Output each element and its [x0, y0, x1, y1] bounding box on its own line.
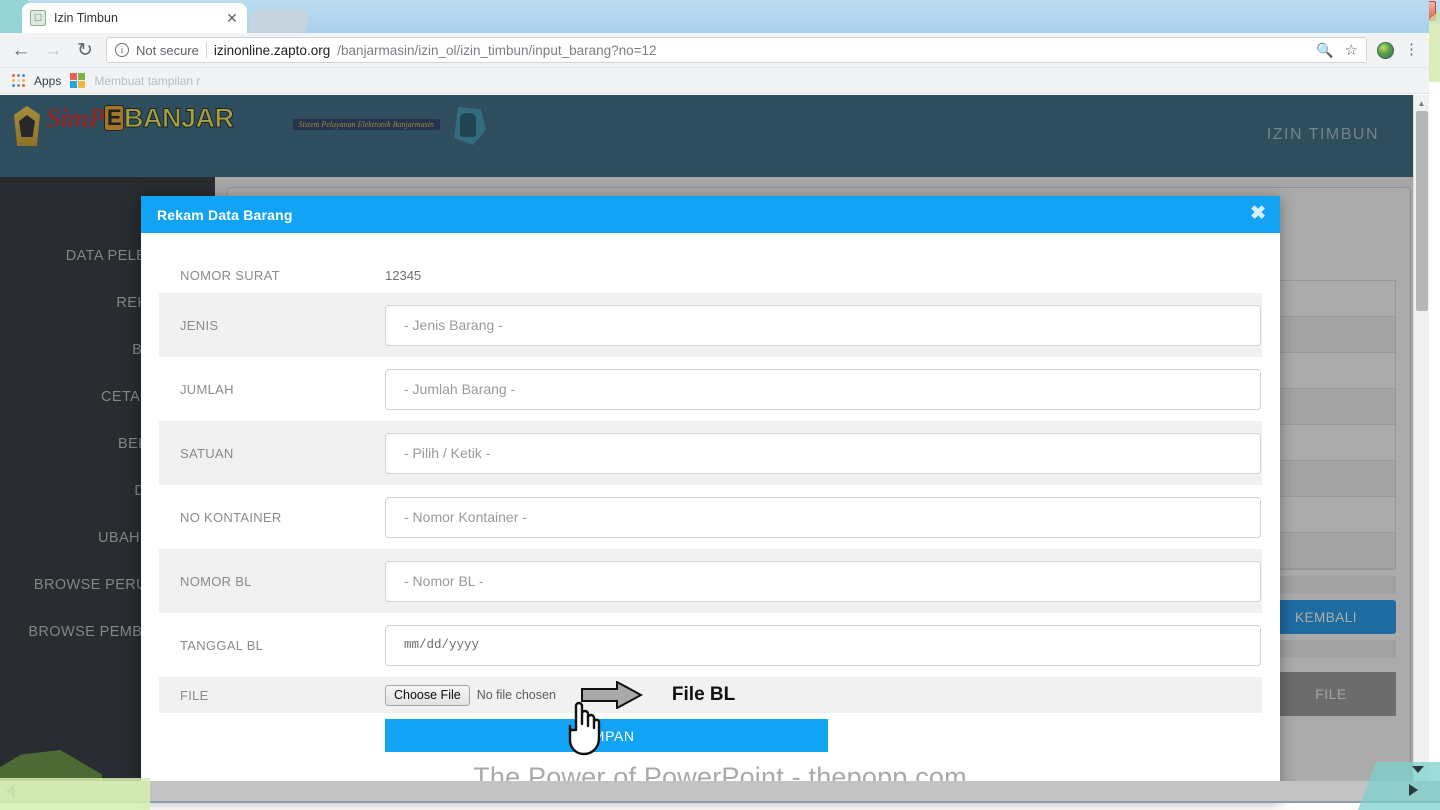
url-host: izinonline.zapto.org — [213, 42, 331, 58]
field-label: JUMLAH — [180, 381, 234, 397]
omnibox-actions: 🔍 ☆ — [1316, 41, 1358, 60]
scroll-up-arrow-icon[interactable]: ▲ — [1414, 95, 1429, 111]
modal-title: Rekam Data Barang — [157, 206, 293, 223]
address-bar[interactable]: i Not secure izinonline.zapto.org/banjar… — [106, 37, 1367, 63]
field-row-satuan: SATUAN - Pilih / Ketik - — [159, 421, 1262, 485]
annotation-label: File BL — [671, 684, 736, 705]
no-file-chosen-label: No file chosen — [476, 688, 556, 702]
back-arrow-icon[interactable]: ← — [10, 41, 32, 60]
page-favicon: ☐ — [30, 10, 46, 26]
browser-tab[interactable]: ☐ Izin Timbun ✕ — [22, 3, 247, 33]
decorative-green-block — [0, 778, 150, 810]
omnibox-divider — [205, 42, 207, 58]
forward-arrow-icon: → — [43, 39, 63, 61]
nomor-surat-value: 12345 — [385, 267, 422, 283]
microsoft-logo-icon — [70, 73, 86, 88]
url-path: /banjarmasin/izin_ol/izin_timbun/input_b… — [337, 42, 657, 58]
jumlah-input[interactable]: - Jumlah Barang - — [385, 368, 1261, 410]
field-label: SATUAN — [180, 445, 234, 461]
right-arrow-annotation-icon — [580, 681, 643, 709]
tab-strip: ☐ Izin Timbun ✕ — [0, 0, 1429, 33]
close-icon[interactable]: ✕ — [225, 10, 239, 27]
field-control: - Jumlah Barang - — [385, 360, 1262, 419]
tab-title: Izin Timbun — [54, 11, 118, 25]
field-row-jenis: JENIS - Jenis Barang - — [159, 293, 1262, 357]
bookmarks-bar: Apps Membuat tampilan r — [0, 68, 1429, 94]
field-control: - Nomor BL - — [385, 552, 1262, 611]
simpan-button[interactable]: SIMPAN — [385, 719, 828, 752]
bookmark-apps-label[interactable]: Apps — [34, 74, 61, 88]
field-label: FILE — [180, 687, 209, 703]
file-control: Choose File No file chosen File BL — [385, 672, 1262, 718]
browser-toolbar: ← → ↻ i Not secure izinonline.zapto.org /… — [0, 33, 1429, 68]
scrollbar-thumb[interactable] — [1416, 111, 1428, 311]
field-row-no-kontainer: NO KONTAINER - Nomor Kontainer - — [159, 485, 1262, 549]
field-label: JENIS — [180, 317, 219, 333]
field-label: TANGGAL BL — [180, 637, 264, 653]
kebab-menu-icon[interactable]: ⋮ — [1404, 42, 1419, 57]
field-control: - Pilih / Ketik - — [385, 424, 1262, 483]
nomor-bl-input[interactable]: - Nomor BL - — [385, 560, 1261, 602]
modal-header: Rekam Data Barang ✖ — [141, 196, 1280, 233]
field-control: mm/dd/yyyy — [385, 616, 1262, 675]
powerpoint-status-bar — [0, 781, 1440, 802]
bookmark-item-label[interactable]: Membuat tampilan r — [94, 74, 200, 88]
apps-grid-icon[interactable] — [12, 74, 25, 87]
magnifier-icon[interactable]: 🔍 — [1316, 42, 1333, 59]
field-label: NOMOR BL — [180, 573, 252, 589]
field-row-nomor-surat: NOMOR SURAT 12345 — [159, 257, 1262, 293]
field-row-file: FILE Choose File No file chosen File BL — [159, 677, 1262, 713]
choose-file-button[interactable]: Choose File — [385, 684, 470, 706]
field-row-tanggal-bl: TANGGAL BL mm/dd/yyyy — [159, 613, 1262, 677]
close-icon[interactable]: ✖ — [1250, 204, 1266, 223]
star-icon[interactable]: ☆ — [1345, 41, 1358, 59]
tanggal-bl-input[interactable]: mm/dd/yyyy — [385, 624, 1261, 666]
field-label: NO KONTAINER — [180, 509, 282, 525]
jenis-input[interactable]: - Jenis Barang - — [385, 304, 1261, 346]
page-scrollbar[interactable]: ▲ ▼ — [1413, 95, 1429, 800]
satuan-input[interactable]: - Pilih / Ketik - — [385, 432, 1261, 474]
submit-row: SIMPAN — [159, 713, 1262, 752]
globe-extension-icon[interactable] — [1377, 41, 1394, 59]
no-kontainer-input[interactable]: - Nomor Kontainer - — [385, 496, 1261, 538]
info-circle-icon[interactable]: i — [115, 43, 129, 57]
field-control: - Jenis Barang - — [385, 296, 1262, 355]
field-control: - Nomor Kontainer - — [385, 488, 1262, 547]
field-row-nomor-bl: NOMOR BL - Nomor BL - — [159, 549, 1262, 613]
security-label: Not secure — [136, 42, 199, 58]
reload-icon[interactable]: ↻ — [74, 41, 96, 60]
modal-body: NOMOR SURAT 12345 JENIS - Jenis Barang -… — [141, 233, 1280, 800]
field-label: NOMOR SURAT — [180, 267, 280, 283]
powerpoint-bottom-rule — [0, 801, 1440, 803]
dropdown-caret-icon[interactable] — [1412, 766, 1424, 773]
new-tab-button[interactable] — [247, 10, 311, 33]
field-row-jumlah: JUMLAH - Jumlah Barang - — [159, 357, 1262, 421]
next-slide-arrow-icon[interactable] — [1409, 784, 1418, 796]
screenshot-root: ☺ ─ ❐ X ☐ Izin Timbun ✕ ← → ↻ i — [0, 0, 1440, 810]
rekam-data-barang-modal: Rekam Data Barang ✖ NOMOR SURAT 12345 JE… — [141, 196, 1280, 800]
